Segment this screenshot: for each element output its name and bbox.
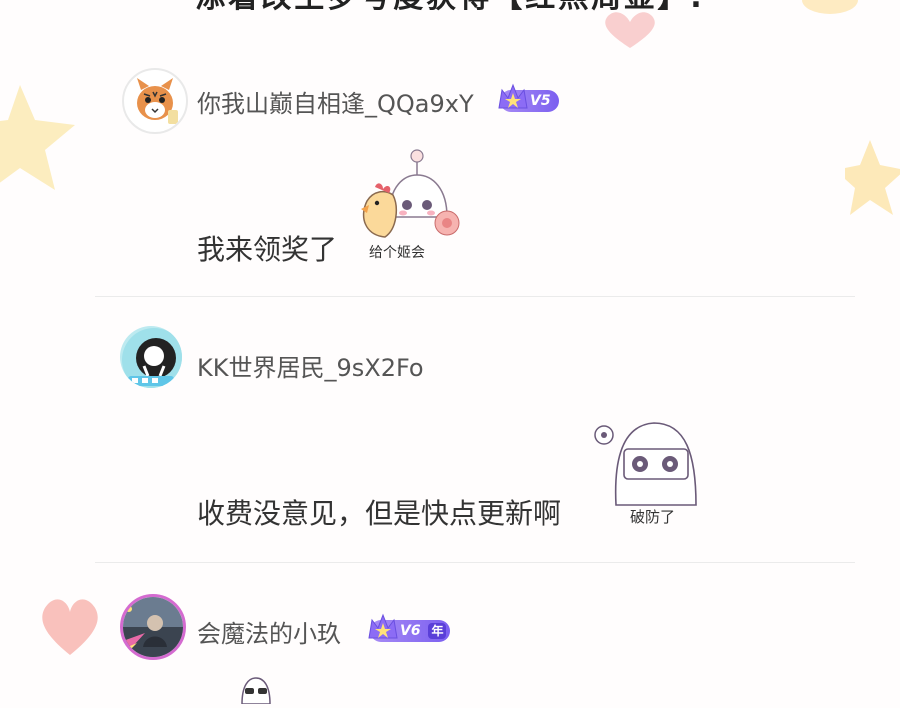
sticker-caption: 破防了: [630, 508, 675, 526]
comment-text: 收费没意见，但是快点更新啊: [197, 497, 562, 530]
comment-text: 我来领奖了: [197, 233, 338, 266]
sticker-caption: 给个姬会: [369, 245, 425, 261]
sunglasses-sticker-icon: [241, 677, 271, 705]
tiger-icon: [125, 71, 185, 131]
vip-badge[interactable]: V5: [498, 83, 559, 112]
sunglasses-sticker[interactable]: [236, 674, 276, 705]
crown-icon: [368, 613, 398, 639]
white-figure-avatar[interactable]: [120, 326, 182, 388]
username[interactable]: KK世界居民_9sX2Fo: [197, 348, 424, 383]
tiger-avatar[interactable]: [122, 68, 188, 134]
photo-icon: [123, 597, 183, 657]
username[interactable]: 你我山巅自相逢_QQa9xY: [197, 84, 474, 119]
vip-level: V5: [530, 93, 551, 109]
vip-level: V6: [400, 623, 421, 639]
broken-defense-sticker-icon: 破防了: [594, 422, 697, 526]
username[interactable]: 会魔法的小玖: [197, 614, 341, 649]
broken-defense-sticker[interactable]: 破防了: [590, 415, 710, 530]
chicken-sticker[interactable]: 给个姬会: [355, 145, 467, 265]
background-star-right: [845, 140, 900, 215]
comment-divider: [95, 296, 855, 297]
figure-icon: [122, 328, 182, 388]
background-heart-bottom: [42, 599, 98, 655]
vip-year-badge: 年: [428, 623, 447, 639]
vip-badge[interactable]: V6 年: [368, 613, 451, 642]
chicken-sticker-icon: 给个姬会: [361, 149, 460, 261]
photo-avatar[interactable]: [120, 594, 186, 660]
banner-text: 添着改生罗号度获得【红熙周显】.: [0, 0, 900, 18]
comment-divider: [95, 562, 855, 563]
crown-icon: [498, 83, 528, 109]
background-star-left: [0, 85, 75, 190]
